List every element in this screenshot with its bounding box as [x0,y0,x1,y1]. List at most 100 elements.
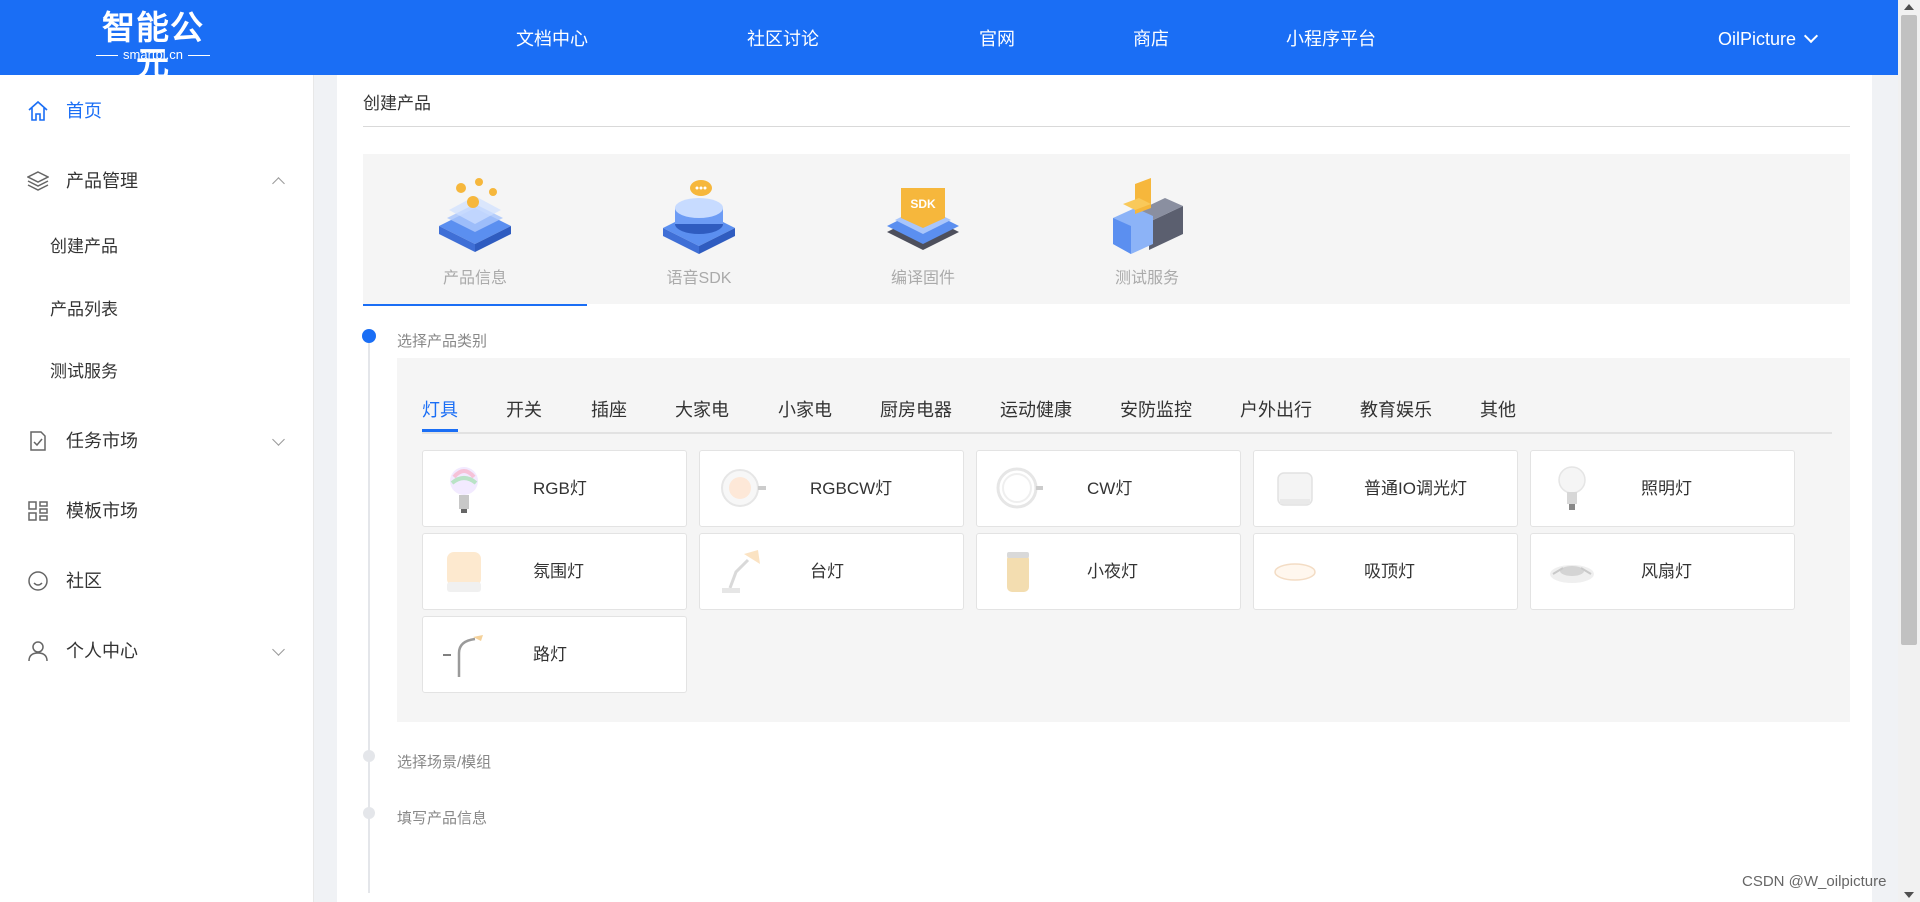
test-service-illustration-icon [1113,178,1183,254]
page-title: 创建产品 [363,94,431,113]
step-tab-label: 语音SDK [666,270,732,287]
product-name: 路灯 [533,645,567,664]
tab-outdoor-travel[interactable]: 户外出行 [1240,396,1312,422]
sidebar-item-community[interactable]: 社区 [0,557,313,605]
logo-domain: smartpi.cn [86,47,220,63]
product-name: 风扇灯 [1641,562,1692,581]
sidebar-subitem-test-service[interactable]: 测试服务 [0,350,313,394]
top-navbar: 智能公元 smartpi.cn 文档中心 社区讨论 官网 商店 小程序平台 Oi… [0,0,1920,82]
compile-firmware-illustration-icon: SDK [887,188,959,250]
fan-light-icon [1550,565,1594,583]
product-name: 氛围灯 [533,562,584,581]
divider [363,126,1850,127]
logo[interactable]: 智能公元 smartpi.cn [86,10,220,82]
sidebar-item-home[interactable]: 首页 [0,87,313,135]
task-icon [30,431,46,451]
product-card-ambient-light[interactable]: 氛围灯 [422,533,687,610]
product-card-street-light[interactable]: 路灯 [422,616,687,693]
ring-light-icon [996,467,1043,509]
smile-icon [28,571,48,591]
scroll-down-arrow-icon[interactable] [1904,892,1914,898]
product-name: 普通IO调光灯 [1364,479,1467,498]
category-tabs: 灯具 开关 插座 大家电 小家电 厨房电器 运动健康 安防监控 户外出行 教育娱… [422,358,1832,434]
chevron-down-icon [272,433,285,446]
sidebar-subitem-product-list[interactable]: 产品列表 [0,288,313,332]
sidebar-item-label: 个人中心 [66,641,138,661]
scroll-thumb[interactable] [1901,15,1917,645]
nav-official-site[interactable]: 官网 [979,0,1015,75]
product-card-cw-light[interactable]: CW灯 [976,450,1241,527]
sidebar-item-task-market[interactable]: 任务市场 [0,417,313,465]
street-light-icon [443,635,483,677]
sidebar-subitem-label: 产品列表 [50,300,118,319]
product-name: 台灯 [810,562,844,581]
step-tab-voice-sdk[interactable]: 语音SDK [587,154,811,304]
product-info-illustration-icon [439,178,511,252]
box-light-icon [1277,472,1313,506]
layers-icon [27,171,49,191]
tab-lighting[interactable]: 灯具 [422,396,458,432]
tab-other[interactable]: 其他 [1480,396,1516,422]
svg-text:SDK: SDK [910,197,936,211]
watermark: CSDN @W_oilpicture [1742,873,1887,890]
tab-kitchen-appliance[interactable]: 厨房电器 [880,396,952,422]
category-panel: 灯具 开关 插座 大家电 小家电 厨房电器 运动健康 安防监控 户外出行 教育娱… [397,358,1850,722]
product-card-fan-light[interactable]: 风扇灯 [1530,533,1795,610]
user-menu[interactable]: OilPicture [1718,0,1819,75]
product-card-lighting-bulb[interactable]: 照明灯 [1530,450,1795,527]
night-light-icon [1007,552,1029,592]
tab-education-entertainment[interactable]: 教育娱乐 [1360,396,1432,422]
product-name: 照明灯 [1641,479,1692,498]
product-name: 小夜灯 [1087,562,1138,581]
sidebar-item-label: 模板市场 [66,501,138,521]
timeline-step-select-category: 选择产品类别 [397,333,488,350]
sidebar-item-template-market[interactable]: 模板市场 [0,487,313,535]
product-name: RGBCW灯 [810,479,893,498]
step-tab-label: 测试服务 [1114,270,1179,287]
sidebar-item-profile[interactable]: 个人中心 [0,627,313,675]
page-scrollbar[interactable] [1898,0,1920,902]
timeline-dot-active [362,329,376,343]
step-tab-test-service[interactable]: 测试服务 [1035,154,1259,304]
tab-fitness-health[interactable]: 运动健康 [1000,396,1072,422]
nav-store[interactable]: 商店 [1133,0,1169,75]
bulb-rgb-icon [450,467,478,513]
timeline-dot [363,750,375,762]
voice-sdk-illustration-icon [663,180,735,254]
nav-community[interactable]: 社区讨论 [747,0,819,75]
timeline-dot [363,807,375,819]
step-tab-compile-firmware[interactable]: SDK 编译固件 [811,154,1035,304]
bulb-icon [1558,466,1586,510]
product-name: CW灯 [1087,479,1133,498]
sidebar-subitem-label: 创建产品 [50,237,118,256]
home-icon [28,100,48,121]
product-card-rgb-light[interactable]: RGB灯 [422,450,687,527]
sidebar: 首页 产品管理 创建产品 产品列表 测试服务 任务市场 模板市场 社区 个人中心 [0,75,314,902]
nav-docs[interactable]: 文档中心 [516,0,588,75]
product-card-night-light[interactable]: 小夜灯 [976,533,1241,610]
tab-large-appliance[interactable]: 大家电 [675,396,729,422]
step-tab-label: 产品信息 [442,270,507,287]
product-card-rgbcw-light[interactable]: RGBCW灯 [699,450,964,527]
main-content: 创建产品 产品信息 语音SDK SDK 编译固件 测试服务 选择产品类别 灯具 … [337,75,1872,902]
product-card-desk-lamp[interactable]: 台灯 [699,533,964,610]
step-tab-product-info[interactable]: 产品信息 [363,154,587,306]
ceiling-light-icon [1274,563,1316,581]
scroll-up-arrow-icon[interactable] [1904,4,1914,10]
sidebar-subitem-create-product[interactable]: 创建产品 [0,225,313,269]
product-card-io-dimmer-light[interactable]: 普通IO调光灯 [1253,450,1518,527]
product-name: RGB灯 [533,479,587,498]
nav-miniprogram[interactable]: 小程序平台 [1286,0,1376,75]
tab-small-appliance[interactable]: 小家电 [778,396,832,422]
chevron-up-icon [272,177,285,190]
sidebar-subitem-label: 测试服务 [50,362,118,381]
tab-socket[interactable]: 插座 [591,396,627,422]
sidebar-item-product-management[interactable]: 产品管理 [0,157,313,205]
product-card-ceiling-light[interactable]: 吸顶灯 [1253,533,1518,610]
grid-icon [28,501,48,521]
tab-switch[interactable]: 开关 [506,396,542,422]
tab-security[interactable]: 安防监控 [1120,396,1192,422]
desk-lamp-icon [722,550,760,593]
step-tab-label: 编译固件 [890,270,955,287]
sidebar-item-label: 任务市场 [66,431,138,451]
